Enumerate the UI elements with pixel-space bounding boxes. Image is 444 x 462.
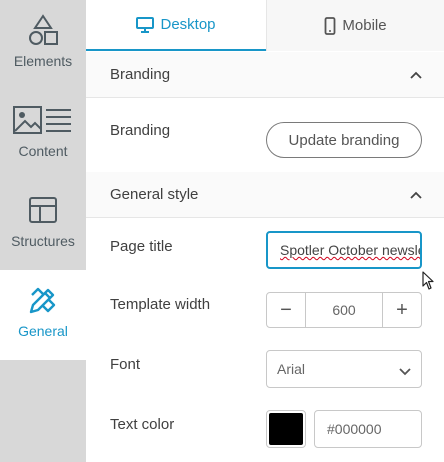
settings-panel: Branding Branding Update branding Genera… [86,52,444,462]
phone-icon [324,16,336,35]
font-value: Arial [277,361,306,377]
section-title: Branding [110,66,171,83]
decrement-button[interactable]: − [267,293,305,327]
branding-label: Branding [110,122,171,139]
text-color-hex-input[interactable]: #000000 [314,410,422,448]
image-text-icon [13,102,73,138]
page-title-label: Page title [110,238,173,255]
tab-desktop[interactable]: Desktop [86,0,266,51]
swatch-fill [269,413,303,445]
layout-icon [28,192,58,228]
mouse-cursor-icon [422,271,436,296]
pencil-ruler-icon [27,282,59,318]
tab-mobile[interactable]: Mobile [266,0,444,51]
template-width-label: Template width [110,296,211,313]
section-header-branding[interactable]: Branding [86,52,444,98]
template-width-value[interactable]: 600 [305,293,383,327]
sidebar-item-label: General [18,323,68,339]
tab-label: Desktop [160,16,216,33]
sidebar-item-structures[interactable]: Structures [0,180,86,270]
sidebar: Elements Content Structures General [0,0,86,462]
page-title-input[interactable]: Spotler October newsletter [266,231,422,269]
chevron-up-icon [410,66,422,84]
section-title: General style [110,186,199,203]
text-color-hex-value: #000000 [327,421,382,437]
text-color-swatch[interactable] [266,410,306,448]
template-width-stepper: − 600 + [266,292,422,328]
sidebar-item-elements[interactable]: Elements [0,0,86,90]
update-branding-button[interactable]: Update branding [266,122,422,158]
page-title-value: Spotler October newsletter [280,242,420,258]
font-label: Font [110,356,141,373]
sidebar-item-label: Structures [11,233,75,249]
font-select[interactable]: Arial [266,350,422,388]
sidebar-item-content[interactable]: Content [0,90,86,180]
sidebar-item-label: Content [18,143,68,159]
tab-label: Mobile [342,17,387,34]
shapes-icon [28,12,58,48]
chevron-down-icon [399,363,411,379]
chevron-up-icon [410,186,422,204]
section-header-general-style[interactable]: General style [86,172,444,218]
text-color-label: Text color [110,416,175,433]
sidebar-item-label: Elements [13,53,73,69]
sidebar-item-general[interactable]: General [0,270,86,360]
increment-button[interactable]: + [383,293,421,327]
monitor-icon [136,16,155,33]
view-tabs: Desktop Mobile [86,0,444,51]
